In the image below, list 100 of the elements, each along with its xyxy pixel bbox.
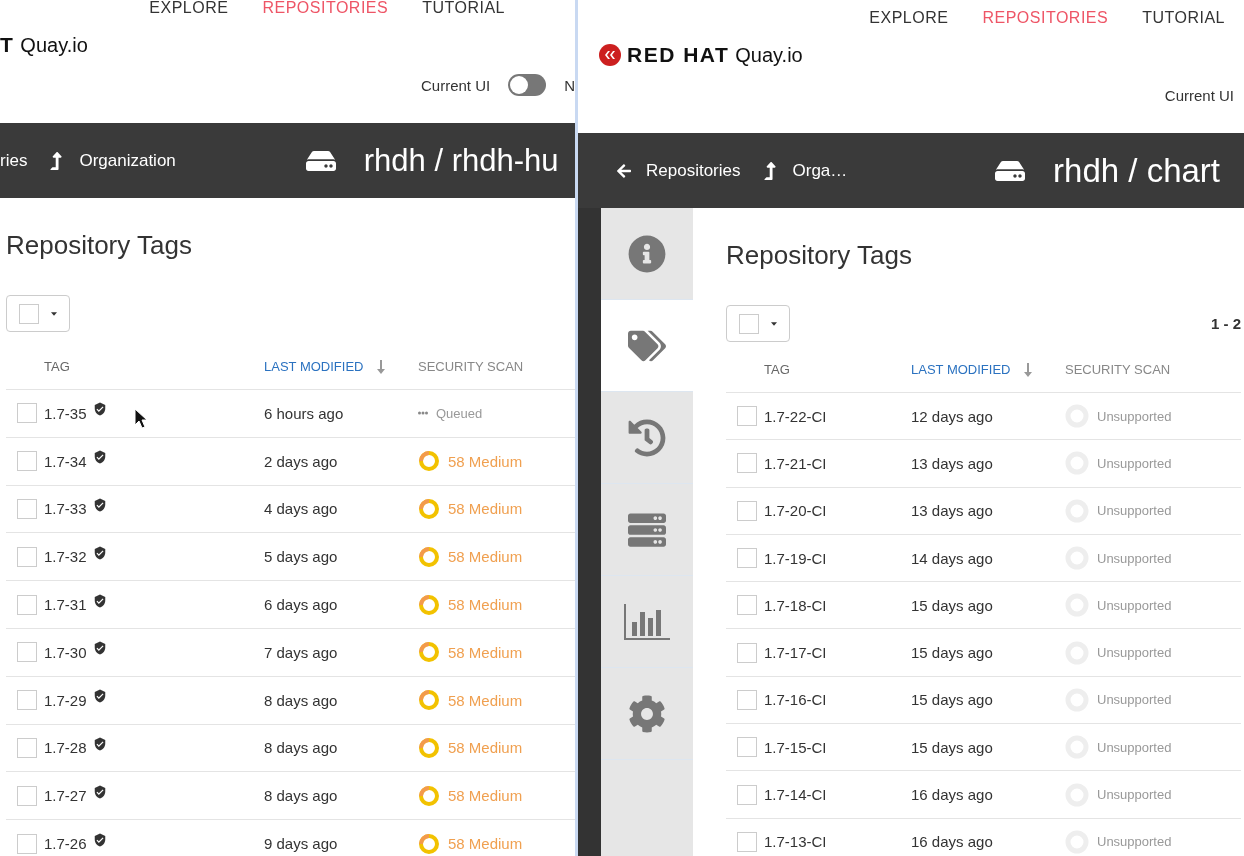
tag-name[interactable]: 1.7-28 [44,739,87,757]
mouse-cursor-icon [134,408,148,430]
column-header[interactable]: TAG [44,359,264,374]
modified-time: 6 days ago [264,596,339,614]
select-dropdown-button[interactable] [726,305,790,342]
donut-icon [418,784,440,807]
sidebar-tab[interactable] [601,300,693,392]
tag-name[interactable]: 1.7-20-CI [764,502,827,520]
shield-check-icon [92,689,107,704]
nav-link[interactable]: EXPLORE [149,0,229,17]
breadcrumb-link[interactable]: Repositories [616,160,741,181]
row-checkbox[interactable] [737,548,757,569]
shield-check-icon [92,402,107,417]
row-checkbox[interactable] [17,594,37,615]
scan-status: Unsupported [1097,550,1172,566]
dots-icon [418,411,428,416]
pagination-label: 1 - 2 [1211,315,1241,332]
column-header[interactable]: TAG [764,362,911,377]
sidebar-tab[interactable] [601,576,693,668]
donut-icon [418,736,440,759]
row-checkbox[interactable] [737,784,757,805]
logo-brand: RED HAT [627,43,730,67]
modified-time: 9 days ago [264,835,339,853]
tag-name[interactable]: 1.7-35 [44,404,87,422]
column-header[interactable]: LAST MODIFIED [264,359,418,374]
scan-status: Unsupported [1097,455,1172,471]
breadcrumb-link[interactable]: ries [0,150,28,171]
switch-label: Current UI [1164,86,1234,104]
row-checkbox[interactable] [737,453,757,474]
row-checkbox[interactable] [17,403,37,424]
tag-name[interactable]: 1.7-31 [44,596,87,614]
nav-link[interactable]: TUTORIAL [1142,9,1225,27]
modified-time: 8 days ago [264,787,339,805]
row-checkbox[interactable] [17,499,37,519]
sidebar-tab[interactable] [601,208,693,300]
breadcrumb-link[interactable]: Organization [47,150,176,171]
tag-name[interactable]: 1.7-19-CI [764,549,827,567]
nav-link[interactable]: TUTORIAL [422,0,505,17]
history-icon [628,418,666,457]
modified-time: 13 days ago [911,502,994,520]
row-checkbox[interactable] [737,500,757,521]
modified-time: 15 days ago [911,596,994,614]
tag-name[interactable]: 1.7-16-CI [764,691,827,709]
scan-status: Unsupported [1097,692,1172,708]
row-checkbox[interactable] [737,689,757,710]
nav-link[interactable]: EXPLORE [869,9,949,27]
logo-product: Quay.io [735,43,803,67]
row-checkbox[interactable] [737,737,757,758]
tag-name[interactable]: 1.7-17-CI [764,644,827,662]
scan-status: Unsupported [1097,739,1172,755]
modified-time: 15 days ago [911,738,994,756]
tag-name[interactable]: 1.7-33 [44,500,87,518]
tag-name[interactable]: 1.7-27 [44,787,87,805]
donut-icon [418,593,440,616]
tag-name[interactable]: 1.7-18-CI [764,596,827,614]
modified-time: 13 days ago [911,454,994,472]
caret-icon [771,320,777,327]
modified-time: 5 days ago [264,548,339,566]
logo-product: Quay.io [20,33,88,57]
tag-name[interactable]: 1.7-32 [44,548,87,566]
tag-name[interactable]: 1.7-14-CI [764,786,827,803]
row-checkbox[interactable] [17,451,37,472]
tag-name[interactable]: 1.7-34 [44,452,87,470]
arrow-left-icon [616,162,632,179]
tag-name[interactable]: 1.7-21-CI [764,454,827,472]
switch-label: N [564,76,575,94]
info-icon [628,234,666,273]
modified-time: 12 days ago [911,407,994,425]
row-checkbox[interactable] [17,546,37,567]
sidebar-tab[interactable] [601,392,693,484]
row-checkbox[interactable] [17,690,37,711]
tag-name[interactable]: 1.7-30 [44,643,87,661]
modified-time: 16 days ago [911,786,994,803]
breadcrumb-link[interactable]: Orga… [760,160,848,181]
column-header[interactable]: SECURITY SCAN [1065,362,1241,377]
tag-name[interactable]: 1.7-26 [44,835,87,853]
row-checkbox[interactable] [17,737,37,758]
column-header[interactable]: SECURITY SCAN [418,359,575,374]
row-checkbox[interactable] [737,406,757,427]
modified-time: 16 days ago [911,833,994,851]
caret-icon [51,310,57,317]
ui-toggle[interactable] [508,74,547,96]
row-checkbox[interactable] [17,642,37,663]
tag-name[interactable]: 1.7-29 [44,691,87,709]
select-dropdown-button[interactable] [6,295,70,332]
row-checkbox[interactable] [737,642,757,663]
shield-check-icon [92,545,107,560]
sidebar-tab[interactable] [601,668,693,760]
row-checkbox[interactable] [17,833,37,854]
row-checkbox[interactable] [737,595,757,616]
modified-time: 15 days ago [911,644,994,662]
tag-name[interactable]: 1.7-22-CI [764,407,827,425]
row-checkbox[interactable] [17,785,37,806]
column-header[interactable]: LAST MODIFIED [911,362,1065,377]
modified-time: 6 hours ago [264,404,345,422]
tag-name[interactable]: 1.7-15-CI [764,738,827,756]
logo-brand: T [0,33,15,57]
tag-name[interactable]: 1.7-13-CI [764,833,827,851]
sidebar-tab[interactable] [601,484,693,576]
row-checkbox[interactable] [737,831,757,852]
